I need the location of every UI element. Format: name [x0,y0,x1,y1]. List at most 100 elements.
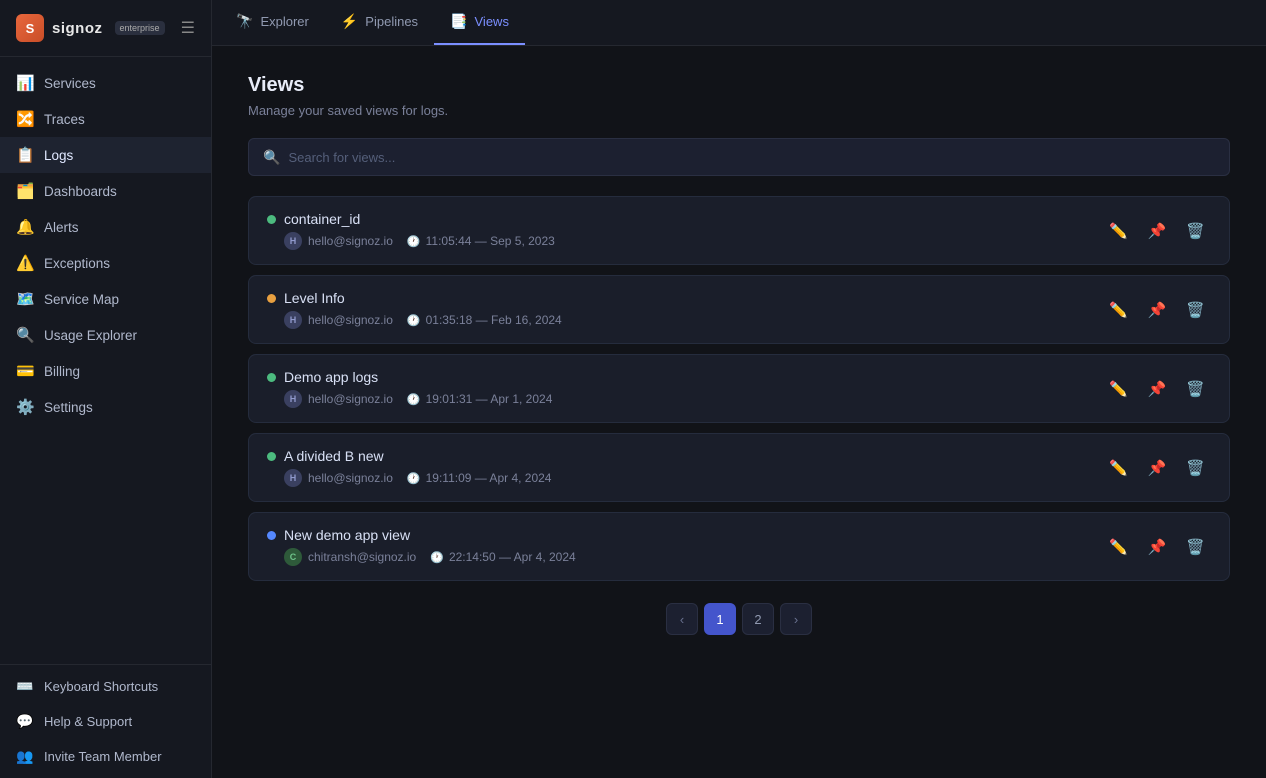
sidebar-item-services[interactable]: 📊Services [0,65,211,101]
logo-badge: enterprise [115,21,165,35]
meta-user: H hello@signoz.io [284,469,393,487]
page-1-button[interactable]: 1 [704,603,736,635]
pin-button[interactable]: 📌 [1142,218,1173,244]
top-nav: 🔭Explorer ⚡ Pipelines 📑Views [212,0,1266,46]
card-left: container_id H hello@signoz.io 🕐 11:05:4… [267,211,555,250]
sidebar-nav: 📊Services🔀Traces📋Logs🗂️Dashboards🔔Alerts… [0,57,211,664]
sidebar-item-dashboards[interactable]: 🗂️Dashboards [0,173,211,209]
top-nav-label: Pipelines [365,14,418,29]
delete-button[interactable]: 🗑️ [1180,218,1211,244]
sidebar-item-exceptions[interactable]: ⚠️Exceptions [0,245,211,281]
top-nav-views[interactable]: 📑Views [434,0,525,45]
view-card-a_divided_b_new: A divided B new H hello@signoz.io 🕐 19:1… [248,433,1230,502]
sidebar-item-usage-explorer[interactable]: 🔍 Usage Explorer [0,317,211,353]
page-2-button[interactable]: 2 [742,603,774,635]
card-actions: ✏️ 📌 🗑️ [1103,376,1211,402]
delete-button[interactable]: 🗑️ [1180,376,1211,402]
view-card-container_id: container_id H hello@signoz.io 🕐 11:05:4… [248,196,1230,265]
logo-icon: S [16,14,44,42]
sidebar-item-traces[interactable]: 🔀Traces [0,101,211,137]
alerts-icon: 🔔 [16,218,34,236]
top-nav-explorer[interactable]: 🔭Explorer [220,0,325,45]
sidebar-item-label: Usage Explorer [44,328,137,343]
footer-item-label: Help & Support [44,714,132,729]
pagination: ‹ 1 2 › [248,603,1230,635]
sidebar: S signoz enterprise ☰ 📊Services🔀Traces📋L… [0,0,212,778]
page-subtitle: Manage your saved views for logs. [248,103,1230,118]
clock-icon: 🕐 [407,393,421,406]
sidebar-item-logs[interactable]: 📋Logs [0,137,211,173]
meta-time: 🕐 01:35:18 — Feb 16, 2024 [407,313,562,327]
sidebar-item-service-map[interactable]: 🗺️Service Map [0,281,211,317]
sidebar-item-label: Billing [44,364,80,379]
pin-button[interactable]: 📌 [1142,297,1173,323]
view-card-demo_app_logs: Demo app logs H hello@signoz.io 🕐 19:01:… [248,354,1230,423]
card-name: container_id [284,211,360,227]
clock-icon: 🕐 [407,472,421,485]
main-area: 🔭Explorer⚡Pipelines📑Views Views Manage y… [212,0,1266,778]
next-page-button[interactable]: › [780,603,812,635]
card-meta: H hello@signoz.io 🕐 19:11:09 — Apr 4, 20… [267,469,551,487]
view-card-new_demo_app_view: New demo app view C chitransh@signoz.io … [248,512,1230,581]
hamburger-icon[interactable]: ☰ [181,18,195,38]
card-title-row: New demo app view [267,527,576,543]
footer-item-label: Invite Team Member [44,749,162,764]
card-actions: ✏️ 📌 🗑️ [1103,218,1211,244]
timestamp: 11:05:44 — Sep 5, 2023 [426,234,555,248]
delete-button[interactable]: 🗑️ [1180,297,1211,323]
search-bar: 🔍 [248,138,1230,176]
timestamp: 22:14:50 — Apr 4, 2024 [449,550,576,564]
prev-page-button[interactable]: ‹ [666,603,698,635]
edit-button[interactable]: ✏️ [1103,218,1134,244]
top-nav-pipelines[interactable]: ⚡ Pipelines [325,0,434,45]
sidebar-item-label: Dashboards [44,184,117,199]
logo-area: S signoz enterprise ☰ [0,0,211,57]
pipelines-nav-icon: ⚡ [341,13,358,30]
card-name: Level Info [284,290,345,306]
sidebar-item-alerts[interactable]: 🔔Alerts [0,209,211,245]
usage-explorer-icon: 🔍 [16,326,34,344]
edit-button[interactable]: ✏️ [1103,376,1134,402]
user-email: hello@signoz.io [308,313,393,327]
delete-button[interactable]: 🗑️ [1180,455,1211,481]
card-name: New demo app view [284,527,410,543]
card-actions: ✏️ 📌 🗑️ [1103,534,1211,560]
page-title: Views [248,74,1230,97]
footer-item-keyboard-shortcuts[interactable]: ⌨️Keyboard Shortcuts [0,669,211,704]
avatar: H [284,232,302,250]
card-left: New demo app view C chitransh@signoz.io … [267,527,576,566]
view-card-level_info: Level Info H hello@signoz.io 🕐 01:35:18 … [248,275,1230,344]
avatar: H [284,469,302,487]
footer-item-invite-team-member[interactable]: 👥 Invite Team Member [0,739,211,774]
delete-button[interactable]: 🗑️ [1180,534,1211,560]
sidebar-item-label: Traces [44,112,85,127]
search-input[interactable] [288,150,1215,165]
pin-button[interactable]: 📌 [1142,455,1173,481]
pin-button[interactable]: 📌 [1142,534,1173,560]
sidebar-item-billing[interactable]: 💳 Billing [0,353,211,389]
card-left: Demo app logs H hello@signoz.io 🕐 19:01:… [267,369,552,408]
user-email: hello@signoz.io [308,392,393,406]
edit-button[interactable]: ✏️ [1103,297,1134,323]
pin-button[interactable]: 📌 [1142,376,1173,402]
sidebar-item-label: Settings [44,400,93,415]
content-area: Views Manage your saved views for logs. … [212,46,1266,778]
status-dot [267,215,276,224]
avatar: C [284,548,302,566]
edit-button[interactable]: ✏️ [1103,534,1134,560]
status-dot [267,531,276,540]
footer-item-help-support[interactable]: 💬Help & Support [0,704,211,739]
sidebar-item-settings[interactable]: ⚙️Settings [0,389,211,425]
meta-user: H hello@signoz.io [284,311,393,329]
card-name: Demo app logs [284,369,378,385]
card-actions: ✏️ 📌 🗑️ [1103,455,1211,481]
billing-icon: 💳 [16,362,34,380]
service-map-icon: 🗺️ [16,290,34,308]
sidebar-item-label: Services [44,76,96,91]
card-title-row: container_id [267,211,555,227]
views-nav-icon: 📑 [450,13,467,30]
invite-team-member-icon: 👥 [16,748,34,765]
status-dot [267,452,276,461]
card-meta: C chitransh@signoz.io 🕐 22:14:50 — Apr 4… [267,548,576,566]
edit-button[interactable]: ✏️ [1103,455,1134,481]
